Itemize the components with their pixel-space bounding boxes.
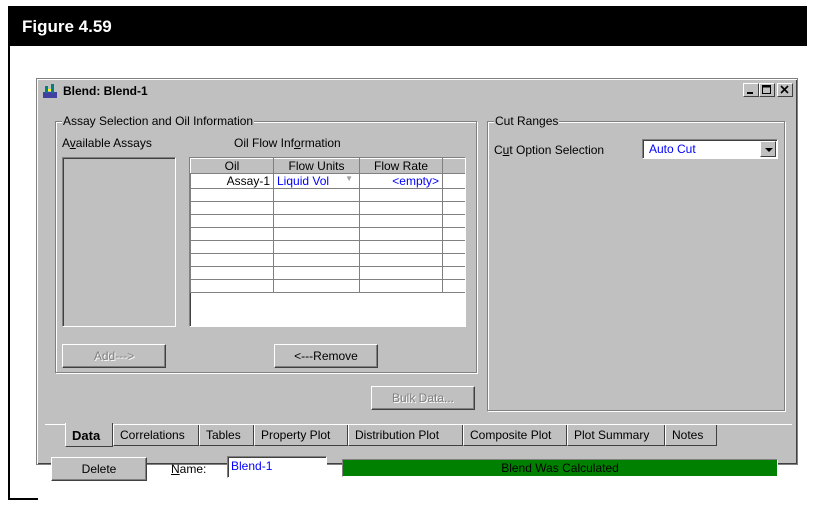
tab-property-plot[interactable]: Property Plot bbox=[254, 425, 348, 446]
tab-distribution-plot[interactable]: Distribution Plot bbox=[348, 425, 463, 446]
bulk-data-button[interactable]: Bulk Data... bbox=[371, 386, 475, 410]
tab-correlations[interactable]: Correlations bbox=[113, 425, 199, 446]
column-header-flow-units[interactable]: Flow Units bbox=[273, 158, 360, 174]
assay-group-legend: Assay Selection and Oil Information bbox=[62, 114, 255, 128]
status-bar: Blend Was Calculated bbox=[342, 459, 778, 477]
figure-label: Figure 4.59 bbox=[22, 17, 112, 36]
cut-ranges-legend: Cut Ranges bbox=[494, 114, 560, 128]
cell-flow-units[interactable]: Liquid Vol ▼ bbox=[273, 173, 360, 189]
name-label: Name: bbox=[171, 462, 207, 476]
assay-selection-group: Assay Selection and Oil Information Avai… bbox=[55, 114, 477, 373]
oil-flow-information-label: Oil Flow Information bbox=[234, 136, 341, 150]
column-header-oil[interactable]: Oil bbox=[190, 158, 274, 174]
tab-tables[interactable]: Tables bbox=[199, 425, 254, 446]
available-assays-list[interactable] bbox=[62, 157, 176, 327]
table-row[interactable] bbox=[190, 227, 465, 241]
cell-blank bbox=[442, 173, 465, 189]
table-row[interactable] bbox=[190, 240, 465, 254]
tab-plot-summary[interactable]: Plot Summary bbox=[567, 425, 665, 446]
table-row[interactable] bbox=[190, 279, 465, 293]
name-field[interactable]: Blend-1 bbox=[227, 456, 327, 478]
column-header-flow-rate[interactable]: Flow Rate bbox=[359, 158, 443, 174]
blend-app-icon bbox=[42, 83, 58, 99]
tab-composite-plot[interactable]: Composite Plot bbox=[463, 425, 567, 446]
table-row[interactable]: Assay-1 Liquid Vol ▼ <empty> bbox=[190, 173, 465, 189]
close-icon[interactable] bbox=[777, 83, 793, 97]
cut-option-dropdown[interactable]: Auto Cut bbox=[642, 139, 778, 159]
table-row[interactable] bbox=[190, 266, 465, 280]
cell-oil[interactable]: Assay-1 bbox=[190, 173, 274, 189]
available-assays-label: Available Assays bbox=[62, 136, 152, 150]
column-header-blank bbox=[442, 158, 465, 174]
chevron-down-icon[interactable] bbox=[760, 141, 776, 157]
maximize-icon[interactable] bbox=[759, 83, 775, 97]
tab-notes[interactable]: Notes bbox=[665, 425, 717, 446]
table-row[interactable] bbox=[190, 188, 465, 202]
table-row[interactable] bbox=[190, 214, 465, 228]
delete-button[interactable]: Delete bbox=[51, 457, 147, 481]
title-bar[interactable]: Blend: Blend-1 bbox=[39, 81, 795, 101]
cut-ranges-group: Cut Ranges Cut Option Selection Auto Cut bbox=[487, 114, 785, 411]
cell-flow-rate[interactable]: <empty> bbox=[359, 173, 443, 189]
figure-left-rule bbox=[8, 46, 10, 500]
oil-flow-grid[interactable]: Oil Flow Units Flow Rate Assay-1 Liquid … bbox=[189, 157, 466, 327]
oil-flow-table: Oil Flow Units Flow Rate Assay-1 Liquid … bbox=[190, 158, 465, 293]
figure-bottom-rule bbox=[8, 498, 38, 500]
tab-strip: Data Correlations Tables Property Plot D… bbox=[65, 423, 785, 447]
flow-units-value: Liquid Vol bbox=[277, 174, 330, 188]
minimize-icon[interactable] bbox=[743, 83, 759, 97]
tab-data[interactable]: Data bbox=[65, 423, 113, 447]
status-text: Blend Was Calculated bbox=[501, 461, 619, 475]
dropdown-arrow-icon[interactable]: ▼ bbox=[345, 175, 353, 184]
window-title: Blend: Blend-1 bbox=[63, 84, 148, 98]
cut-option-value: Auto Cut bbox=[649, 142, 696, 156]
table-row[interactable] bbox=[190, 253, 465, 267]
add-button[interactable]: Add---> bbox=[62, 344, 166, 368]
figure-caption-bar: Figure 4.59 bbox=[8, 6, 807, 46]
blend-window: Blend: Blend-1 Assay Selection and Oil I… bbox=[36, 78, 798, 481]
remove-button[interactable]: <---Remove bbox=[274, 344, 378, 368]
table-row[interactable] bbox=[190, 201, 465, 215]
cut-option-selection-label: Cut Option Selection bbox=[494, 143, 605, 157]
